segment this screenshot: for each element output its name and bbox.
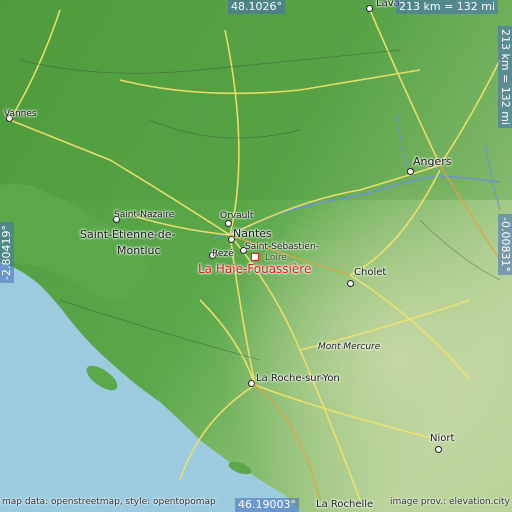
- city-label-reze: Rezé: [212, 249, 234, 259]
- city-label-saint-etienne-line1: Saint-Étienne-de-: [80, 228, 176, 241]
- city-label-cholet: Cholet: [354, 267, 387, 278]
- cholet-dot: [347, 280, 354, 287]
- top-latitude-label: 48.1026°: [228, 0, 285, 14]
- city-label-angers: Angers: [413, 155, 452, 168]
- image-credit: image prov.: elevation.city: [390, 497, 510, 507]
- city-label-saint-nazaire: Saint-Nazaire: [114, 210, 175, 220]
- topographic-map[interactable]: Laval Vannes Angers Saint-Nazaire Saint-…: [0, 0, 512, 512]
- city-label-saint-etienne-line2: Montluc: [117, 244, 161, 257]
- city-label-saint-sebastien-line1: Saint-Sébastien-: [245, 242, 319, 252]
- orvault-dot: [225, 220, 232, 227]
- city-label-niort: Niort: [430, 433, 455, 444]
- city-label-nantes: Nantes: [233, 227, 272, 240]
- location-marker: [251, 253, 259, 261]
- city-label-vannes: Vannes: [4, 109, 37, 119]
- city-label-mont-mercure: Mont Mercure: [318, 342, 381, 352]
- map-credit: map data: openstreetmap, style: opentopo…: [2, 497, 216, 507]
- angers-dot: [407, 168, 414, 175]
- city-label-la-roche-sur-yon: La Roche-sur-Yon: [256, 373, 340, 384]
- place-name-label: La Haie-Fouassière: [198, 262, 312, 276]
- niort-dot: [435, 446, 442, 453]
- scale-label-right: 213 km = 132 mi: [498, 26, 512, 129]
- bottom-latitude-label: 46.19003°: [235, 498, 299, 512]
- city-label-orvault: Orvault: [220, 211, 254, 221]
- scale-label-top: 213 km = 132 mi: [396, 0, 499, 14]
- la-roche-dot: [248, 380, 255, 387]
- laval-dot: [366, 5, 373, 12]
- right-longitude-label: -0.00831°: [498, 214, 512, 275]
- city-label-la-rochelle: La Rochelle: [316, 499, 374, 510]
- left-longitude-label: -2.80419°: [0, 222, 14, 283]
